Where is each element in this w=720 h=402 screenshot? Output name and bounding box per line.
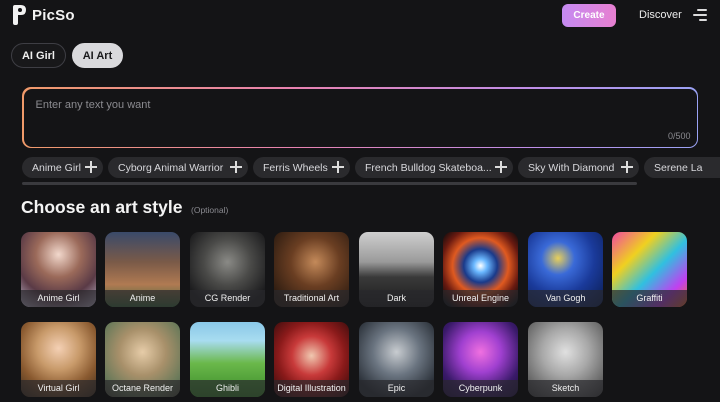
- suggestion-chips: Anime Girl Cyborg Animal Warrior Ferris …: [22, 157, 720, 179]
- prompt-box: 0/500: [22, 87, 698, 148]
- style-card-label: Digital Illustration: [274, 380, 349, 397]
- suggestion-chip-label: Ferris Wheels: [263, 161, 328, 174]
- plus-icon: [85, 161, 97, 173]
- style-card-label: Virtual Girl: [21, 380, 96, 397]
- style-card-dark[interactable]: Dark: [359, 232, 434, 307]
- style-card-label: Octane Render: [105, 380, 180, 397]
- suggestion-chip[interactable]: Ferris Wheels: [253, 157, 350, 178]
- suggestion-chip-label: Cyborg Animal Warrior: [118, 161, 224, 174]
- style-card-virtual-girl[interactable]: Virtual Girl: [21, 322, 96, 397]
- style-card-label: Cyberpunk: [443, 380, 518, 397]
- plus-icon: [332, 161, 344, 173]
- prompt-input[interactable]: [35, 98, 636, 111]
- character-counter: 0/500: [667, 130, 691, 141]
- style-card-label: Graffiti: [612, 290, 687, 307]
- create-button[interactable]: Create: [562, 4, 616, 27]
- suggestion-chip-label: Serene La: [654, 161, 703, 174]
- suggestion-chip-label: French Bulldog Skateboa...: [365, 161, 492, 174]
- style-card-graffiti[interactable]: Graffiti: [612, 232, 687, 307]
- plus-icon: [621, 161, 633, 173]
- style-card-anime-girl[interactable]: Anime Girl: [21, 232, 96, 307]
- style-card-anime[interactable]: Anime: [105, 232, 180, 307]
- style-card-unreal-engine[interactable]: Unreal Engine: [443, 232, 518, 307]
- header: PicSo Create Discover: [0, 0, 720, 32]
- menu-icon[interactable]: [691, 8, 707, 22]
- style-card-van-gogh[interactable]: Van Gogh: [528, 232, 603, 307]
- style-card-label: Anime: [105, 290, 180, 307]
- suggestion-chip[interactable]: French Bulldog Skateboa...: [355, 157, 513, 178]
- style-card-octane-render[interactable]: Octane Render: [105, 322, 180, 397]
- suggestion-chip-label: Anime Girl: [32, 161, 82, 174]
- style-card-label: Van Gogh: [528, 290, 603, 307]
- optional-label: (Optional): [191, 205, 229, 215]
- style-card-cg-render[interactable]: CG Render: [190, 232, 265, 307]
- style-card-label: Unreal Engine: [443, 290, 518, 307]
- chips-scrollbar[interactable]: [22, 182, 637, 185]
- plus-icon: [495, 161, 507, 173]
- style-card-label: Epic: [359, 380, 434, 397]
- style-card-cyberpunk[interactable]: Cyberpunk: [443, 322, 518, 397]
- plus-icon: [230, 161, 242, 173]
- logo-text: PicSo: [32, 6, 75, 24]
- logo[interactable]: PicSo: [11, 4, 75, 26]
- picso-logo-icon: [13, 5, 26, 25]
- suggestion-chip-label: Sky With Diamond: [528, 161, 615, 174]
- style-card-label: CG Render: [190, 290, 265, 307]
- suggestion-chip[interactable]: Cyborg Animal Warrior: [108, 157, 248, 178]
- style-card-ghibli[interactable]: Ghibli: [190, 322, 265, 397]
- suggestion-chip[interactable]: Anime Girl: [22, 157, 103, 178]
- style-card-sketch[interactable]: Sketch: [528, 322, 603, 397]
- style-card-label: Anime Girl: [21, 290, 96, 307]
- suggestion-chip[interactable]: Sky With Diamond: [518, 157, 639, 178]
- style-card-label: Sketch: [528, 380, 603, 397]
- suggestion-chip[interactable]: Serene La: [644, 157, 720, 178]
- style-card-label: Ghibli: [190, 380, 265, 397]
- tab-ai-girl[interactable]: AI Girl: [11, 43, 66, 68]
- style-card-label: Dark: [359, 290, 434, 307]
- style-card-epic[interactable]: Epic: [359, 322, 434, 397]
- style-card-label: Traditional Art: [274, 290, 349, 307]
- style-card-traditional-art[interactable]: Traditional Art: [274, 232, 349, 307]
- tab-ai-art[interactable]: AI Art: [72, 43, 123, 68]
- discover-link[interactable]: Discover: [639, 9, 682, 21]
- style-card-digital-illustration[interactable]: Digital Illustration: [274, 322, 349, 397]
- section-title: Choose an art style: [21, 197, 183, 217]
